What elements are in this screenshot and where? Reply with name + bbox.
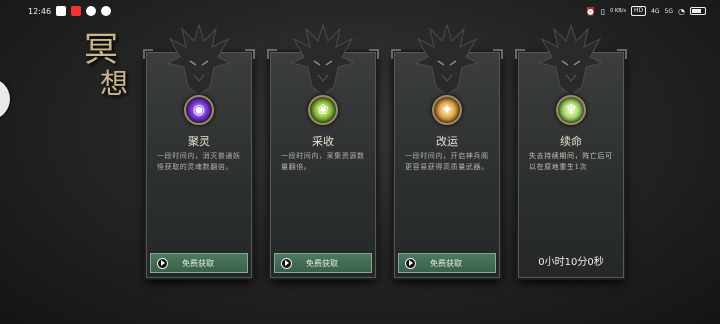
meditation-card-extend-life: ♆ 续命 失去持续期间，阵亡后可以在原地重生1次 0小时10分0秒	[515, 23, 627, 278]
sync-icon	[101, 6, 112, 16]
vibrate-icon: ▯	[600, 6, 606, 16]
meditation-card-harvest: ❀ 采收 一段时间内，采集资源数量翻倍。 免费获取	[267, 23, 379, 278]
card-description: 一段时间内，消灭普通妖怪获取的灵魂数翻倍。	[157, 152, 241, 171]
card-name: 采收	[312, 135, 334, 148]
card-name: 续命	[560, 135, 582, 148]
green-figure-icon: ♆	[556, 95, 586, 125]
signal-5g-icon: 5G	[664, 7, 674, 15]
free-get-button[interactable]: 免费获取	[150, 253, 248, 273]
free-get-button[interactable]: 免费获取	[274, 253, 372, 273]
net-speed: 0 KB/s	[610, 8, 626, 14]
status-left: 12:46	[28, 6, 112, 16]
play-icon	[157, 257, 168, 269]
meditation-card-change-fortune: ✦ 改运 一段时间内，开启神兵阁更容易获得高质量武器。 免费获取	[391, 23, 503, 278]
free-get-button[interactable]: 免费获取	[398, 253, 496, 273]
status-right: ⏰ ▯ 0 KB/s HD 4G 5G ◔	[586, 6, 706, 16]
status-time: 12:46	[28, 6, 52, 16]
card-name: 聚灵	[188, 135, 210, 148]
green-leaf-icon: ❀	[308, 95, 338, 125]
cooldown-timer: 0小时10分0秒	[538, 257, 604, 268]
wifi-icon: ◔	[678, 6, 685, 16]
gold-fortune-icon: ✦	[432, 95, 462, 125]
play-icon	[281, 257, 292, 269]
card-description: 失去持续期间，阵亡后可以在原地重生1次	[529, 152, 613, 171]
alarm-icon: ⏰	[585, 6, 596, 16]
card-description: 一段时间内，采集资源数量翻倍。	[281, 152, 365, 171]
battery-icon	[690, 7, 706, 15]
hd-icon: HD	[630, 6, 647, 16]
signal-4g-icon: 4G	[651, 7, 660, 15]
dragon-head-icon	[414, 23, 480, 96]
purple-orb-icon: ◉	[184, 95, 214, 125]
red-app-icon	[71, 6, 82, 16]
side-pull-handle[interactable]	[0, 78, 10, 120]
button-label: 免费获取	[430, 258, 462, 268]
page-title: 冥 想	[78, 20, 138, 100]
status-bar: 12:46 ⏰ ▯ 0 KB/s HD 4G 5G ◔	[0, 0, 720, 22]
card-name: 改运	[436, 135, 458, 148]
button-label: 免费获取	[182, 258, 214, 268]
button-label: 免费获取	[306, 258, 338, 268]
dragon-head-icon	[166, 23, 232, 96]
meditation-card-gather-spirit: ◉ 聚灵 一段时间内，消灭普通妖怪获取的灵魂数翻倍。 免费获取	[143, 23, 255, 278]
mail-icon	[56, 6, 67, 16]
play-icon	[405, 257, 416, 269]
app-icon	[86, 6, 97, 16]
dragon-head-icon	[538, 23, 604, 96]
title-char-2: 想	[100, 67, 129, 100]
card-description: 一段时间内，开启神兵阁更容易获得高质量武器。	[405, 152, 489, 171]
dragon-head-icon	[290, 23, 356, 96]
